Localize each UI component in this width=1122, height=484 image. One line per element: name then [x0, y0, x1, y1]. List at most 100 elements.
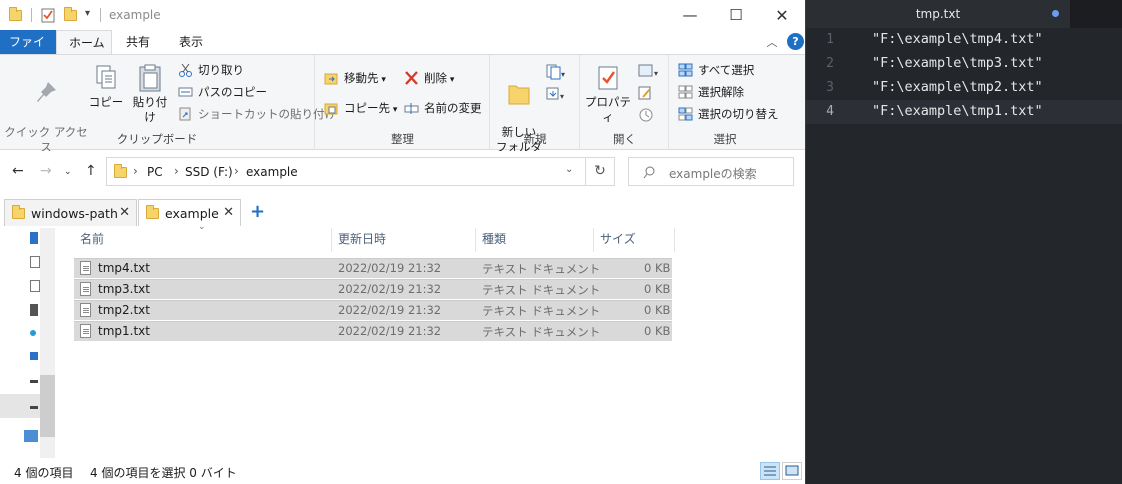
- refresh-icon[interactable]: ↻: [586, 157, 615, 186]
- paste-button[interactable]: 貼り付け: [128, 63, 172, 125]
- column-date-modified[interactable]: 更新日時: [332, 226, 476, 254]
- minimize-button[interactable]: —: [667, 0, 713, 30]
- paste-shortcut-button[interactable]: ショートカットの貼り付け: [178, 105, 336, 123]
- breadcrumb-chevron-icon[interactable]: ›: [234, 164, 239, 178]
- back-arrow-icon[interactable]: ←: [12, 163, 24, 179]
- nav-drive-icon[interactable]: [30, 406, 38, 409]
- open-icon[interactable]: ▾: [637, 63, 661, 82]
- tab-example[interactable]: example ✕: [138, 199, 241, 226]
- editor-tab[interactable]: tmp.txt: [806, 0, 1070, 28]
- ribbon: クイック アクセス にピン留めする コピー 貼り付け 切り取り パスのコピー シ…: [0, 54, 805, 169]
- easy-access-icon[interactable]: ▾: [545, 85, 565, 103]
- nav-videos-icon[interactable]: [30, 304, 38, 316]
- title-bar: ▾ example — ☐ ✕: [0, 0, 805, 30]
- select-none-button[interactable]: 選択解除: [678, 83, 744, 101]
- move-to-button[interactable]: 移動先 ▾: [324, 69, 386, 87]
- move-to-icon: [324, 73, 338, 85]
- properties-button[interactable]: プロパティ: [583, 63, 633, 125]
- breadcrumb-drive[interactable]: SSD (F:): [185, 165, 233, 179]
- line-text[interactable]: "F:\example\tmp1.txt": [872, 103, 1043, 119]
- code-line[interactable]: 3 "F:\example\tmp2.txt": [806, 76, 1122, 100]
- select-all-button[interactable]: すべて選択: [678, 61, 754, 79]
- up-arrow-icon[interactable]: ↑: [85, 163, 97, 179]
- move-to-label: 移動先: [344, 71, 379, 85]
- nav-drive-icon[interactable]: [30, 380, 38, 383]
- address-history-dropdown-icon[interactable]: ⌄: [565, 164, 573, 175]
- copy-to-icon: [324, 103, 338, 115]
- file-date: 2022/02/19 21:32: [338, 261, 442, 275]
- status-item-count: 4 個の項目: [14, 466, 74, 480]
- copy-to-button[interactable]: コピー先 ▾: [324, 99, 397, 117]
- scissors-icon: [179, 63, 192, 77]
- pin-icon: [37, 82, 56, 102]
- file-row[interactable]: tmp1.txt 2022/02/19 21:32 テキスト ドキュメント 0 …: [74, 321, 672, 341]
- help-icon[interactable]: ?: [787, 33, 804, 50]
- text-file-icon: [80, 261, 91, 275]
- copy-path-button[interactable]: パスのコピー: [178, 83, 267, 101]
- address-bar[interactable]: › PC › SSD (F:) › example ⌄: [106, 157, 586, 186]
- delete-button[interactable]: 削除 ▾: [404, 69, 454, 87]
- line-text[interactable]: "F:\example\tmp2.txt": [872, 79, 1043, 95]
- line-text[interactable]: "F:\example\tmp4.txt": [872, 31, 1043, 47]
- quick-access-dropdown-icon[interactable]: ▾: [85, 8, 101, 24]
- nav-scrollbar-thumb[interactable]: [40, 375, 55, 437]
- status-bar: 4 個の項目 4 個の項目を選択 0 バイト: [0, 458, 805, 484]
- tab-close-icon[interactable]: ✕: [223, 205, 234, 220]
- search-input[interactable]: exampleの検索: [628, 157, 794, 186]
- properties-quick-icon[interactable]: [40, 7, 56, 23]
- code-line-current[interactable]: 4 "F:\example\tmp1.txt": [806, 100, 1122, 124]
- edit-icon[interactable]: [637, 85, 655, 104]
- forward-arrow-icon[interactable]: →: [40, 163, 52, 179]
- select-all-label: すべて選択: [698, 63, 755, 77]
- invert-selection-button[interactable]: 選択の切り替え: [678, 105, 779, 123]
- history-icon[interactable]: [637, 107, 655, 126]
- file-row[interactable]: tmp2.txt 2022/02/19 21:32 テキスト ドキュメント 0 …: [74, 300, 672, 320]
- text-file-icon: [80, 282, 91, 296]
- copy-path-label: パスのコピー: [198, 85, 267, 99]
- nav-network-icon[interactable]: [24, 430, 38, 442]
- search-placeholder: exampleの検索: [669, 167, 757, 181]
- tab-label: windows-path: [31, 206, 118, 221]
- rename-button[interactable]: 名前の変更: [404, 99, 482, 117]
- column-type[interactable]: 種類: [476, 226, 594, 254]
- column-size[interactable]: サイズ: [594, 226, 674, 254]
- file-row[interactable]: tmp3.txt 2022/02/19 21:32 テキスト ドキュメント 0 …: [74, 279, 672, 299]
- tab-windows-path[interactable]: windows-path ✕: [4, 199, 137, 226]
- copy-button[interactable]: コピー: [88, 63, 124, 110]
- open-group-label: 開く: [613, 132, 636, 146]
- close-button[interactable]: ✕: [759, 0, 805, 30]
- details-view-icon[interactable]: [760, 462, 780, 480]
- breadcrumb-folder[interactable]: example: [246, 165, 298, 179]
- breadcrumb-pc[interactable]: PC: [147, 165, 163, 179]
- maximize-button[interactable]: ☐: [713, 0, 759, 30]
- new-folder-icon: [508, 85, 530, 105]
- rename-icon: [404, 103, 419, 114]
- breadcrumb-chevron-icon[interactable]: ›: [133, 164, 138, 178]
- cut-button[interactable]: 切り取り: [178, 61, 244, 79]
- nav-documents-icon[interactable]: [30, 256, 40, 268]
- nav-desktop-icon[interactable]: [30, 232, 38, 244]
- ribbon-collapse-icon[interactable]: ︿: [765, 34, 779, 49]
- nav-windows-icon[interactable]: [30, 352, 38, 360]
- tab-file[interactable]: ファイル: [0, 30, 56, 73]
- new-tab-icon[interactable]: +: [250, 201, 265, 222]
- new-item-icon[interactable]: ▾: [545, 63, 565, 81]
- breadcrumb-chevron-icon[interactable]: ›: [174, 164, 179, 178]
- search-icon: [643, 166, 655, 179]
- nav-onedrive-icon[interactable]: [30, 330, 36, 336]
- tab-close-icon[interactable]: ✕: [119, 205, 130, 220]
- code-line[interactable]: 1 "F:\example\tmp4.txt": [806, 28, 1122, 52]
- tab-share[interactable]: 共有: [114, 30, 162, 54]
- code-line[interactable]: 2 "F:\example\tmp3.txt": [806, 52, 1122, 76]
- unsaved-dot-icon[interactable]: [1052, 10, 1059, 17]
- line-text[interactable]: "F:\example\tmp3.txt": [872, 55, 1043, 71]
- tab-view[interactable]: 表示: [167, 30, 215, 54]
- column-name[interactable]: 名前: [74, 226, 332, 254]
- large-icons-view-icon[interactable]: [782, 462, 802, 480]
- file-row[interactable]: tmp4.txt 2022/02/19 21:32 テキスト ドキュメント 0 …: [74, 258, 672, 278]
- nav-downloads-icon[interactable]: [30, 280, 40, 292]
- organize-group: 移動先 ▾ コピー先 ▾ 削除 ▾ 名前の変更 整理: [316, 55, 490, 150]
- recent-locations-icon[interactable]: ⌄: [64, 167, 72, 177]
- tab-home[interactable]: ホーム: [56, 30, 112, 55]
- new-folder-quick-icon[interactable]: [63, 7, 79, 23]
